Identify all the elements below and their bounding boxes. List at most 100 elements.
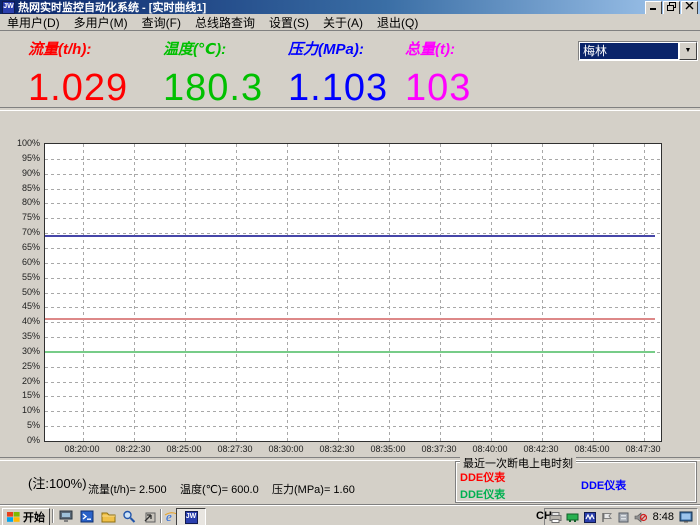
section-divider [0,107,700,111]
app-tray-icon[interactable] [583,511,597,524]
gridline-h [45,322,661,323]
gridline-v [389,144,390,441]
power-event-panel: 最近一次断电上电时刻 DDE仪表DDE仪表DDE仪表 [455,461,697,503]
gridline-h [45,426,661,427]
menu-item-3[interactable]: 总线路查询 [188,14,262,31]
start-label: 开始 [23,509,45,525]
readout-value: 103 [405,67,555,110]
scale-label-1: 温度(℃)= 600.0 [180,481,259,497]
y-axis-label: 30% [0,346,40,356]
y-axis-label: 60% [0,257,40,267]
restore-icon [667,2,676,11]
x-axis-label: 08:20:00 [54,444,110,454]
app-icon: JW [2,1,15,14]
y-axis-label: 15% [0,390,40,400]
menu-item-5[interactable]: 关于(A) [316,14,370,31]
station-combobox[interactable]: 梅林 ▼ [578,41,698,61]
search-icon[interactable] [119,508,139,524]
gridline-v [236,144,237,441]
x-axis-label: 08:47:30 [615,444,671,454]
application-window: JW 热网实时监控自动化系统 - [实时曲线1] 单用户(D)多用户(M)查询(… [0,0,700,525]
start-button[interactable]: 开始 [2,508,50,525]
x-axis-label: 08:42:30 [513,444,569,454]
flag-icon[interactable] [600,511,614,524]
y-axis-label: 70% [0,227,40,237]
scale-label-2: 压力(MPa)= 1.60 [272,481,355,497]
minimize-button[interactable] [645,1,662,15]
series-line-temperature [45,351,655,353]
gridline-v [185,144,186,441]
gridline-v [644,144,645,441]
window-titlebar: JW 热网实时监控自动化系统 - [实时曲线1] [0,0,700,14]
folder-icon[interactable] [98,508,118,524]
gridline-h [45,174,661,175]
gridline-h [45,159,661,160]
y-axis-label: 85% [0,183,40,193]
gridline-v [338,144,339,441]
desktop-icon[interactable] [56,508,76,524]
close-icon [685,2,694,10]
gridline-h [45,411,661,412]
menu-item-4[interactable]: 设置(S) [262,14,316,31]
display-icon[interactable] [679,511,693,524]
restore-button[interactable] [663,1,680,15]
y-axis-label: 65% [0,242,40,252]
x-axis-label: 08:32:30 [309,444,365,454]
terminal-icon[interactable] [77,508,97,524]
footer-note: (注:100%) [28,473,87,492]
y-axis-label: 25% [0,361,40,371]
y-axis-label: 40% [0,316,40,326]
gridline-v [542,144,543,441]
x-axis-label: 08:30:00 [258,444,314,454]
menu-item-0[interactable]: 单用户(D) [0,14,67,31]
readout-label: 总量(t): [405,38,555,59]
close-button[interactable] [681,1,698,15]
gridline-h [45,382,661,383]
shortcut-icon[interactable] [140,508,160,524]
tray-clock: 8:48 [651,511,676,523]
y-axis-label: 10% [0,405,40,415]
gridline-v [287,144,288,441]
gridline-h [45,189,661,190]
x-axis-label: 08:27:30 [207,444,263,454]
printer-icon[interactable] [549,511,563,524]
x-axis-label: 08:40:00 [462,444,518,454]
gridline-h [45,248,661,249]
dde-meter-1: DDE仪表 [460,486,505,502]
x-axis-label: 08:35:00 [360,444,416,454]
gridline-h [45,337,661,338]
taskbar: 开始 e JW CH [0,505,700,525]
server-icon[interactable] [617,511,631,524]
y-axis-label: 5% [0,420,40,430]
gridline-h [45,367,661,368]
combobox-dropdown-button[interactable]: ▼ [679,42,697,60]
scale-label-0: 流量(t/h)= 2.500 [88,481,167,497]
x-axis-label: 08:22:30 [105,444,161,454]
gridline-v [593,144,594,441]
station-combobox-value: 梅林 [580,43,678,59]
y-axis-label: 80% [0,197,40,207]
chart-region: 100%95%90%85%80%75%70%65%60%55%50%45%40%… [0,143,700,458]
y-axis-label: 75% [0,212,40,222]
gridline-v [440,144,441,441]
muted-speaker-icon[interactable] [634,511,648,524]
readout-label: 流量(t/h): [28,38,178,59]
y-axis-label: 90% [0,168,40,178]
svg-text:e: e [166,510,172,523]
readout-3: 总量(t): 103 [405,38,555,110]
menu-item-1[interactable]: 多用户(M) [67,14,135,31]
readout-0: 流量(t/h): 1.029 [28,38,178,110]
menu-item-2[interactable]: 查询(F) [135,14,188,31]
gridline-h [45,278,661,279]
gridline-h [45,396,661,397]
readout-value: 1.029 [28,67,178,110]
app-taskbar-button[interactable]: JW [176,508,206,525]
menu-item-6[interactable]: 退出(Q) [370,14,425,31]
y-axis-label: 0% [0,435,40,445]
minimize-icon [649,2,658,10]
gridline-h [45,293,661,294]
network-card-icon[interactable] [566,511,580,524]
chevron-down-icon: ▼ [685,47,692,54]
dde-meter-2: DDE仪表 [581,477,626,493]
gridline-h [45,263,661,264]
